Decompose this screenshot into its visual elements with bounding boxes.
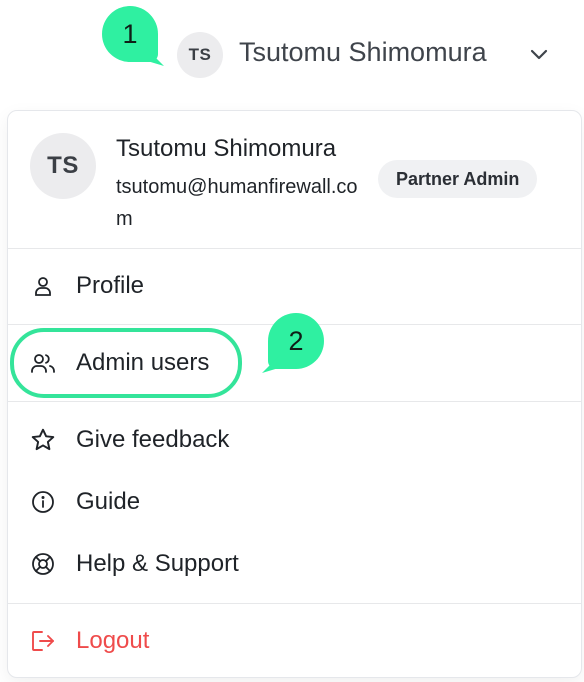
user-menu-trigger-name[interactable]: Tsutomu Shimomura <box>239 37 487 68</box>
menu-item-label: Guide <box>76 488 141 515</box>
annotation-marker-2: 2 <box>268 313 324 369</box>
user-icon <box>30 273 56 299</box>
user-name: Tsutomu Shimomura <box>116 135 337 162</box>
top-bar: TS Tsutomu Shimomura <box>0 0 584 100</box>
menu-item-label: Help & Support <box>76 550 239 577</box>
avatar[interactable]: TS <box>177 32 223 78</box>
menu-item-help-support[interactable]: Help & Support <box>8 536 581 592</box>
menu-item-label: Give feedback <box>76 426 230 453</box>
chevron-down-icon[interactable] <box>528 46 550 64</box>
role-badge: Partner Admin <box>378 160 538 198</box>
users-icon <box>30 350 56 376</box>
user-email: tsutomu@humanfirewall.com <box>116 176 358 230</box>
star-icon <box>30 427 56 453</box>
menu-item-label: Admin users <box>76 349 210 376</box>
annotation-marker-1: 1 <box>102 6 158 62</box>
user-dropdown-menu: TS Tsutomu Shimomura tsutomu@humanfirewa… <box>7 110 582 678</box>
menu-item-guide[interactable]: Guide <box>8 474 581 530</box>
divider <box>8 248 581 249</box>
logout-icon <box>30 628 56 654</box>
menu-item-logout[interactable]: Logout <box>8 613 581 669</box>
info-circle-icon <box>30 489 56 515</box>
menu-item-profile[interactable]: Profile <box>8 258 581 314</box>
lifebuoy-icon <box>30 551 56 577</box>
menu-header: TS Tsutomu Shimomura tsutomu@humanfirewa… <box>8 111 581 248</box>
menu-item-give-feedback[interactable]: Give feedback <box>8 412 581 468</box>
menu-item-label: Logout <box>76 627 150 654</box>
avatar: TS <box>30 133 96 199</box>
menu-item-label: Profile <box>76 272 145 299</box>
divider <box>8 603 581 604</box>
divider <box>8 401 581 402</box>
